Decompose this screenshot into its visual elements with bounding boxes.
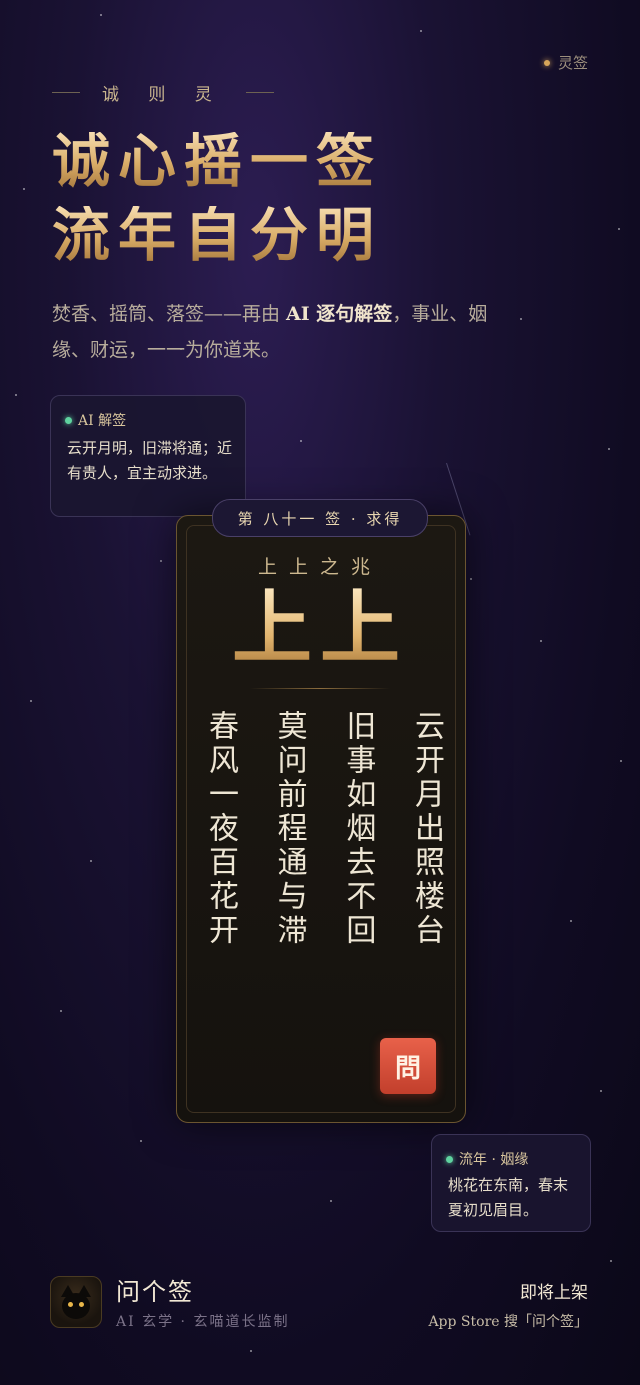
release-title: 即将上架	[520, 1283, 588, 1303]
description-highlight: AI 逐句解签	[286, 303, 393, 325]
green-dot-icon	[446, 1155, 453, 1163]
top-tag: 灵签	[543, 52, 588, 73]
divider	[250, 688, 390, 689]
headline-line-1: 诚心摇一签	[52, 127, 383, 195]
dot-icon	[543, 59, 550, 66]
description: 焚香、摇筒、落签——再由 AI 逐句解签，事业、姻缘、财运，一一为你道来。	[52, 296, 492, 368]
ai-bubble-body: 云开月明，旧滞将通；近有贵人，宜主动求进。	[67, 439, 233, 482]
ai-bubble-header: AI 解签	[65, 410, 126, 430]
yearly-fortune-bubble: 流年 · 姻缘 桃花在东南，春末夏初见眉目。	[431, 1134, 591, 1232]
motto: 诚 则 灵	[52, 80, 274, 105]
app-info: 问个签 AI 玄学 · 玄喵道长监制	[50, 1272, 289, 1331]
description-part-1: 焚香、摇筒、落签——再由	[52, 303, 287, 325]
headline-line-2: 流年自分明	[52, 201, 383, 269]
fortune-rank: 上上	[176, 588, 464, 668]
motto-line-left	[52, 92, 80, 93]
poem-column: 旧事如烟去不回	[340, 710, 376, 948]
cat-avatar-icon	[50, 1275, 102, 1328]
poem-column: 莫问前程通与滞	[271, 710, 307, 948]
release-subtitle: App Store 搜「问个签」	[428, 1314, 588, 1330]
ask-seal-button[interactable]: 問	[380, 1038, 436, 1094]
ai-bubble-title: AI 解签	[78, 413, 127, 429]
release-info: 即将上架 App Store 搜「问个签」	[428, 1278, 588, 1331]
ai-interpretation-bubble: AI 解签 云开月明，旧滞将通；近有贵人，宜主动求进。	[50, 395, 246, 517]
year-bubble-body: 桃花在东南，春末夏初见眉目。	[448, 1176, 569, 1219]
top-tag-label: 灵签	[557, 54, 588, 72]
fortune-omen: 上上之兆	[257, 556, 382, 578]
poem-column: 春风一夜百花开	[203, 710, 238, 948]
year-bubble-header: 流年 · 姻缘	[446, 1149, 528, 1169]
fortune-number-badge: 第 八十一 签 · 求得	[212, 499, 428, 537]
app-subtitle: AI 玄学 · 玄喵道长监制	[116, 1314, 290, 1330]
motto-line-right	[245, 92, 274, 93]
motto-text: 诚 则 灵	[102, 85, 224, 105]
app-name: 问个签	[116, 1278, 194, 1306]
green-dot-icon	[65, 416, 72, 424]
year-bubble-title: 流年 · 姻缘	[459, 1152, 529, 1168]
poem-column: 云开月出照楼台	[408, 710, 444, 948]
fortune-poem: 春风一夜百花开 莫问前程通与滞 旧事如烟去不回 云开月出照楼台	[203, 710, 444, 948]
